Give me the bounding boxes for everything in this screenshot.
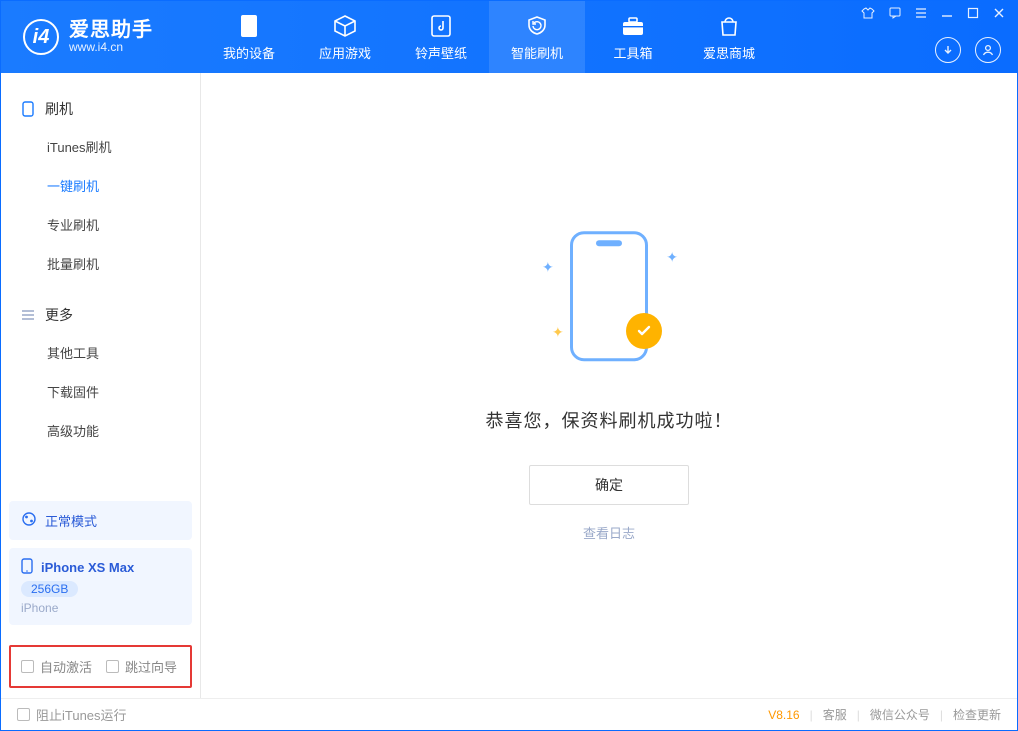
app-title: 爱思助手: [69, 19, 153, 41]
sidebar-item-advanced[interactable]: 高级功能: [1, 411, 200, 450]
nav-ringtone-wallpaper[interactable]: 铃声壁纸: [393, 1, 489, 73]
sparkle-icon: ✦: [552, 324, 564, 341]
sidebar-item-batch-flash[interactable]: 批量刷机: [1, 244, 200, 283]
sidebar-item-other-tools[interactable]: 其他工具: [1, 333, 200, 372]
sidebar-group-title: 更多: [45, 305, 73, 325]
phone-icon: [19, 101, 37, 117]
device-mode-card[interactable]: 正常模式: [9, 501, 192, 540]
sparkle-icon: ✦: [666, 249, 678, 266]
device-icon: [240, 13, 258, 39]
footer: 阻止iTunes运行 V8.16 | 客服 | 微信公众号 | 检查更新: [1, 698, 1017, 730]
nav-apps-games[interactable]: 应用游戏: [297, 1, 393, 73]
phone-icon: [21, 558, 33, 577]
body: 刷机 iTunes刷机 一键刷机 专业刷机 批量刷机 更多 其他工具 下载固件 …: [1, 73, 1017, 698]
checkbox-icon: [17, 708, 30, 721]
shirt-icon[interactable]: [861, 7, 875, 19]
toolbox-icon: [620, 13, 646, 39]
minimize-icon[interactable]: [941, 7, 953, 19]
logo-icon: i4: [23, 19, 59, 55]
nav-smart-flash[interactable]: 智能刷机: [489, 1, 585, 73]
check-badge-icon: [626, 313, 662, 349]
device-info-card[interactable]: iPhone XS Max 256GB iPhone: [9, 548, 192, 625]
checkbox-skip-guide[interactable]: 跳过向导: [106, 657, 177, 676]
sidebar-item-oneclick-flash[interactable]: 一键刷机: [1, 166, 200, 205]
success-message: 恭喜您，保资料刷机成功啦！: [486, 407, 733, 433]
user-button[interactable]: [975, 37, 1001, 63]
sidebar-group-title: 刷机: [45, 99, 73, 119]
checkbox-label: 阻止iTunes运行: [36, 705, 127, 724]
refresh-shield-icon: [525, 13, 549, 39]
checkbox-icon: [106, 660, 119, 673]
checkbox-icon: [21, 660, 34, 673]
cube-icon: [332, 13, 358, 39]
music-file-icon: [430, 13, 452, 39]
success-illustration: ✦ ✦ ✦: [534, 229, 684, 379]
app-subtitle: www.i4.cn: [69, 41, 153, 54]
logo: i4 爱思助手 www.i4.cn: [1, 1, 201, 73]
app-window: i4 爱思助手 www.i4.cn 我的设备 应用游戏: [0, 0, 1018, 731]
view-log-link[interactable]: 查看日志: [583, 523, 635, 542]
checkbox-label: 跳过向导: [125, 657, 177, 676]
close-icon[interactable]: [993, 7, 1005, 19]
nav-tabs: 我的设备 应用游戏 铃声壁纸 智能刷机: [201, 1, 777, 73]
checkbox-auto-activate[interactable]: 自动激活: [21, 657, 92, 676]
window-controls: [861, 7, 1005, 19]
header: i4 爱思助手 www.i4.cn 我的设备 应用游戏: [1, 1, 1017, 73]
nav-store[interactable]: 爱思商城: [681, 1, 777, 73]
list-icon: [19, 309, 37, 321]
sidebar: 刷机 iTunes刷机 一键刷机 专业刷机 批量刷机 更多 其他工具 下载固件 …: [1, 73, 201, 698]
sidebar-item-itunes-flash[interactable]: iTunes刷机: [1, 127, 200, 166]
sidebar-group-flash: 刷机: [1, 91, 200, 127]
check-update-link[interactable]: 检查更新: [953, 706, 1001, 723]
sidebar-group-more: 更多: [1, 297, 200, 333]
nav-my-device[interactable]: 我的设备: [201, 1, 297, 73]
nav-label: 工具箱: [613, 43, 652, 62]
menu-icon[interactable]: [915, 7, 927, 19]
wechat-link[interactable]: 微信公众号: [870, 706, 930, 723]
maximize-icon[interactable]: [967, 7, 979, 19]
device-mode-label: 正常模式: [45, 511, 97, 530]
sidebar-item-pro-flash[interactable]: 专业刷机: [1, 205, 200, 244]
nav-label: 铃声壁纸: [415, 43, 467, 62]
download-button[interactable]: [935, 37, 961, 63]
user-controls: [935, 37, 1005, 63]
bag-icon: [718, 13, 740, 39]
device-panels: 正常模式 iPhone XS Max 256GB iPhone: [1, 493, 200, 641]
device-name: iPhone XS Max: [41, 560, 134, 575]
checkbox-label: 自动激活: [40, 657, 92, 676]
support-link[interactable]: 客服: [823, 706, 847, 723]
sparkle-icon: ✦: [542, 259, 554, 276]
device-capacity: 256GB: [21, 581, 78, 597]
feedback-icon[interactable]: [889, 7, 901, 19]
confirm-button[interactable]: 确定: [529, 465, 689, 505]
nav-label: 应用游戏: [319, 43, 371, 62]
version-label: V8.16: [768, 708, 799, 722]
options-highlight-box: 自动激活 跳过向导: [9, 645, 192, 688]
device-type: iPhone: [21, 601, 58, 615]
mode-icon: [21, 511, 37, 530]
checkbox-block-itunes[interactable]: 阻止iTunes运行: [17, 705, 127, 724]
nav-label: 智能刷机: [511, 43, 563, 62]
nav-label: 我的设备: [223, 43, 275, 62]
nav-label: 爱思商城: [703, 43, 755, 62]
nav-toolbox[interactable]: 工具箱: [585, 1, 681, 73]
sidebar-item-download-firmware[interactable]: 下载固件: [1, 372, 200, 411]
header-right: [861, 1, 1005, 73]
main-content: ✦ ✦ ✦ 恭喜您，保资料刷机成功啦！ 确定 查看日志: [201, 73, 1017, 698]
